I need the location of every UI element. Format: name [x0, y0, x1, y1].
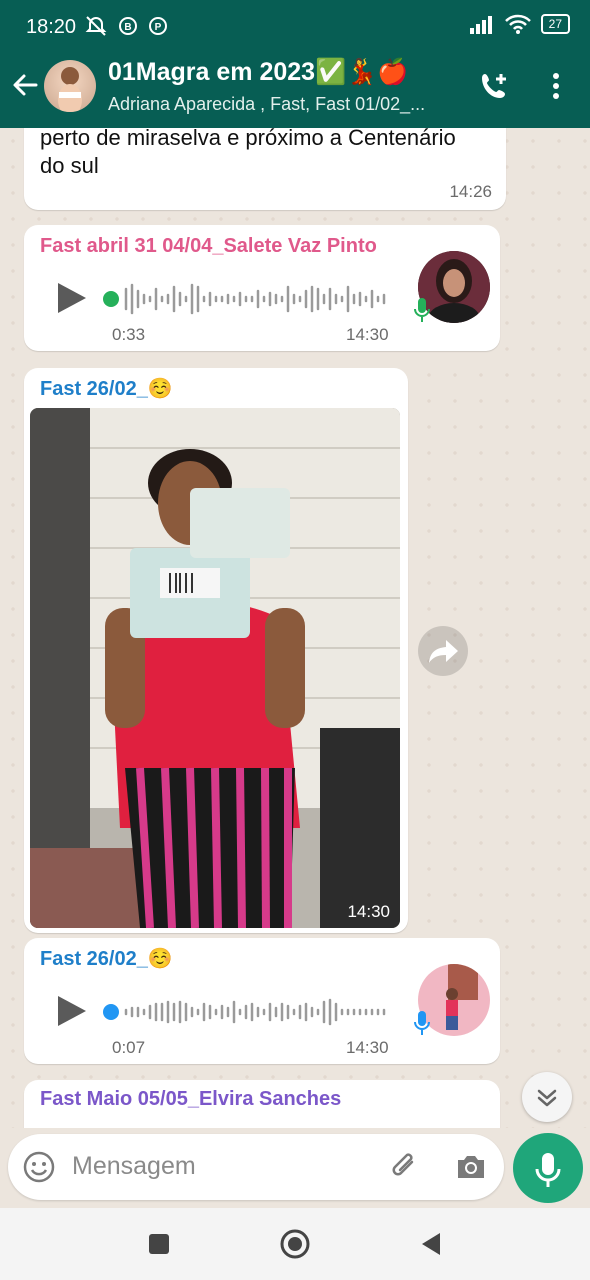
- signal-icon: [469, 16, 492, 34]
- play-icon[interactable]: [54, 281, 88, 315]
- group-avatar-image: [58, 67, 82, 112]
- recents-icon[interactable]: [148, 1233, 170, 1255]
- camera-icon[interactable]: [454, 1150, 488, 1184]
- audio-waveform[interactable]: [102, 281, 392, 317]
- status-bar: 18:20 B P 27: [0, 0, 590, 56]
- message-input[interactable]: Mensagem: [72, 1152, 196, 1181]
- voice-message[interactable]: Fast abril 31 04/04_Salete Vaz Pinto 0:3…: [24, 225, 500, 351]
- sender-name[interactable]: Fast 26/02_☺️: [40, 376, 173, 401]
- add-call-icon[interactable]: [478, 70, 510, 102]
- photo-image[interactable]: 14:30: [30, 408, 400, 928]
- group-avatar[interactable]: [44, 60, 96, 112]
- mic-icon: [414, 1011, 430, 1035]
- muted-alarm-icon: [85, 16, 107, 36]
- voice-duration: 0:33: [112, 325, 146, 344]
- back-nav-icon[interactable]: [420, 1232, 442, 1256]
- message-time: 14:26: [449, 182, 492, 201]
- group-participants[interactable]: Adriana Aparecida , Fast, Fast 01/02_...: [108, 94, 425, 115]
- battery-icon: 27: [540, 14, 570, 34]
- group-title[interactable]: 01Magra em 2023✅💃🍎: [108, 58, 408, 87]
- microphone-icon: [535, 1153, 561, 1187]
- message-time: 14:30: [346, 1038, 389, 1057]
- forward-button[interactable]: [418, 626, 468, 676]
- image-message[interactable]: Fast 26/02_☺️ 14:30: [24, 368, 408, 933]
- group-title-text: 01Magra em 2023: [108, 58, 316, 86]
- scroll-to-bottom-button[interactable]: [522, 1072, 572, 1122]
- wifi-icon: [504, 14, 531, 34]
- voice-duration: 0:07: [112, 1038, 146, 1057]
- sender-name[interactable]: Fast Maio 05/05_Elvira Sanches: [40, 1088, 341, 1111]
- attach-icon[interactable]: [388, 1150, 422, 1184]
- partial-message[interactable]: Fast Maio 05/05_Elvira Sanches: [24, 1080, 500, 1128]
- message-time: 14:30: [347, 902, 390, 921]
- mic-icon: [414, 298, 430, 322]
- status-time: 18:20: [26, 16, 77, 38]
- svg-text:B: B: [124, 22, 131, 33]
- status-left-icons: B P: [84, 14, 168, 38]
- message-time: 14:30: [346, 325, 389, 344]
- chat-header: 01Magra em 2023✅💃🍎 Adriana Aparecida , F…: [0, 56, 590, 128]
- photo-illustration: [30, 408, 400, 928]
- b-app-icon: B: [119, 17, 137, 35]
- forward-icon: [429, 640, 458, 663]
- voice-record-button[interactable]: [513, 1133, 583, 1203]
- chat-area[interactable]: Boa tarde eu moro na fazenda três coraçã…: [0, 128, 590, 1128]
- pinterest-icon: P: [149, 17, 167, 35]
- emoji-icon[interactable]: [22, 1150, 56, 1184]
- message-composer[interactable]: Mensagem: [8, 1134, 504, 1200]
- group-title-emojis: ✅💃🍎: [315, 58, 409, 86]
- text-message[interactable]: Boa tarde eu moro na fazenda três coraçã…: [24, 128, 506, 210]
- play-icon[interactable]: [54, 994, 88, 1028]
- status-right-icons: 27: [469, 14, 570, 34]
- double-chevron-down-icon: [537, 1089, 557, 1107]
- sender-name[interactable]: Fast abril 31 04/04_Salete Vaz Pinto: [40, 235, 377, 258]
- audio-waveform[interactable]: [102, 994, 392, 1030]
- back-arrow-icon[interactable]: [10, 70, 40, 100]
- home-icon[interactable]: [280, 1229, 310, 1259]
- svg-text:P: P: [155, 22, 162, 33]
- sender-name[interactable]: Fast 26/02_☺️: [40, 946, 173, 971]
- more-options-icon[interactable]: [548, 70, 564, 102]
- voice-message[interactable]: Fast 26/02_☺️ 0:07 14:30: [24, 938, 500, 1064]
- system-navigation-bar: [0, 1208, 590, 1280]
- message-text: Boa tarde eu moro na fazenda três coraçã…: [40, 128, 456, 178]
